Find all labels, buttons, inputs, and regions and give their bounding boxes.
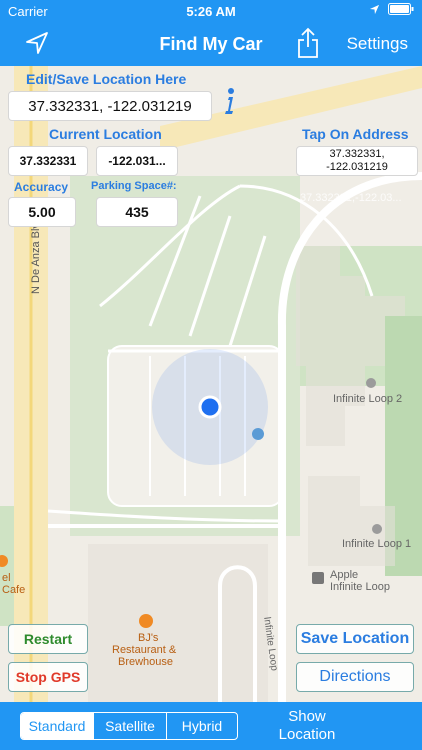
info-icon[interactable] <box>220 87 238 115</box>
share-icon[interactable] <box>296 27 320 64</box>
parking-space-field[interactable]: 435 <box>96 197 178 227</box>
bottom-toolbar: Standard Satellite Hybrid Show Location <box>0 702 422 750</box>
poi-bjs-line1: BJ's <box>138 632 159 644</box>
tap-address-field[interactable]: 37.332331, -122.031219 <box>296 146 418 176</box>
segment-satellite[interactable]: Satellite <box>94 713 167 739</box>
stop-gps-button[interactable]: Stop GPS <box>8 662 88 692</box>
status-icons <box>369 3 414 15</box>
poi-infinite-loop-1: Infinite Loop 1 <box>342 538 412 550</box>
map-view[interactable]: N De Anza Blvd Infinite Loop 2 Infinite … <box>0 66 422 702</box>
location-arrow-icon <box>369 4 380 14</box>
street-label: N De Anza Blvd <box>30 216 42 294</box>
segment-hybrid[interactable]: Hybrid <box>167 713 237 739</box>
poi-infinite-loop-2: Infinite Loop 2 <box>333 393 403 405</box>
settings-button[interactable]: Settings <box>347 34 408 54</box>
poi-hotel-line2: Cafe <box>2 584 26 596</box>
tap-address-label: Tap On Address <box>302 126 409 142</box>
current-lat-field: 37.332331 <box>8 146 88 176</box>
nav-bar: Find My Car Settings <box>0 22 422 66</box>
edit-location-label: Edit/Save Location Here <box>26 71 187 87</box>
segment-standard[interactable]: Standard <box>21 713 94 739</box>
poi-hotel-line1: el <box>2 572 11 584</box>
status-bar: Carrier 5:26 AM <box>0 0 422 22</box>
poi-apple-name: Apple <box>330 569 359 581</box>
accuracy-label: Accuracy <box>14 180 69 194</box>
battery-icon <box>388 3 414 15</box>
show-location-button[interactable]: Show Location <box>262 708 352 744</box>
poi-bjs-line2: Restaurant & <box>112 644 177 656</box>
status-time: 5:26 AM <box>186 4 236 19</box>
edit-location-input[interactable] <box>8 91 212 121</box>
map-type-segmented-control: Standard Satellite Hybrid <box>20 712 238 740</box>
current-lon-field: -122.031... <box>96 146 178 176</box>
directions-button[interactable]: Directions <box>296 662 414 692</box>
current-location-label: Current Location <box>49 126 162 142</box>
ghost-coordinates: 37.332331,-122.03... <box>300 192 402 204</box>
poi-bjs-line3: Brewhouse <box>118 656 174 668</box>
poi-apple-address: Infinite Loop <box>330 581 390 593</box>
parking-space-label: Parking Space#: <box>91 180 177 192</box>
accuracy-field: 5.00 <box>8 197 76 227</box>
save-location-button[interactable]: Save Location <box>296 624 414 654</box>
restart-button[interactable]: Restart <box>8 624 88 654</box>
